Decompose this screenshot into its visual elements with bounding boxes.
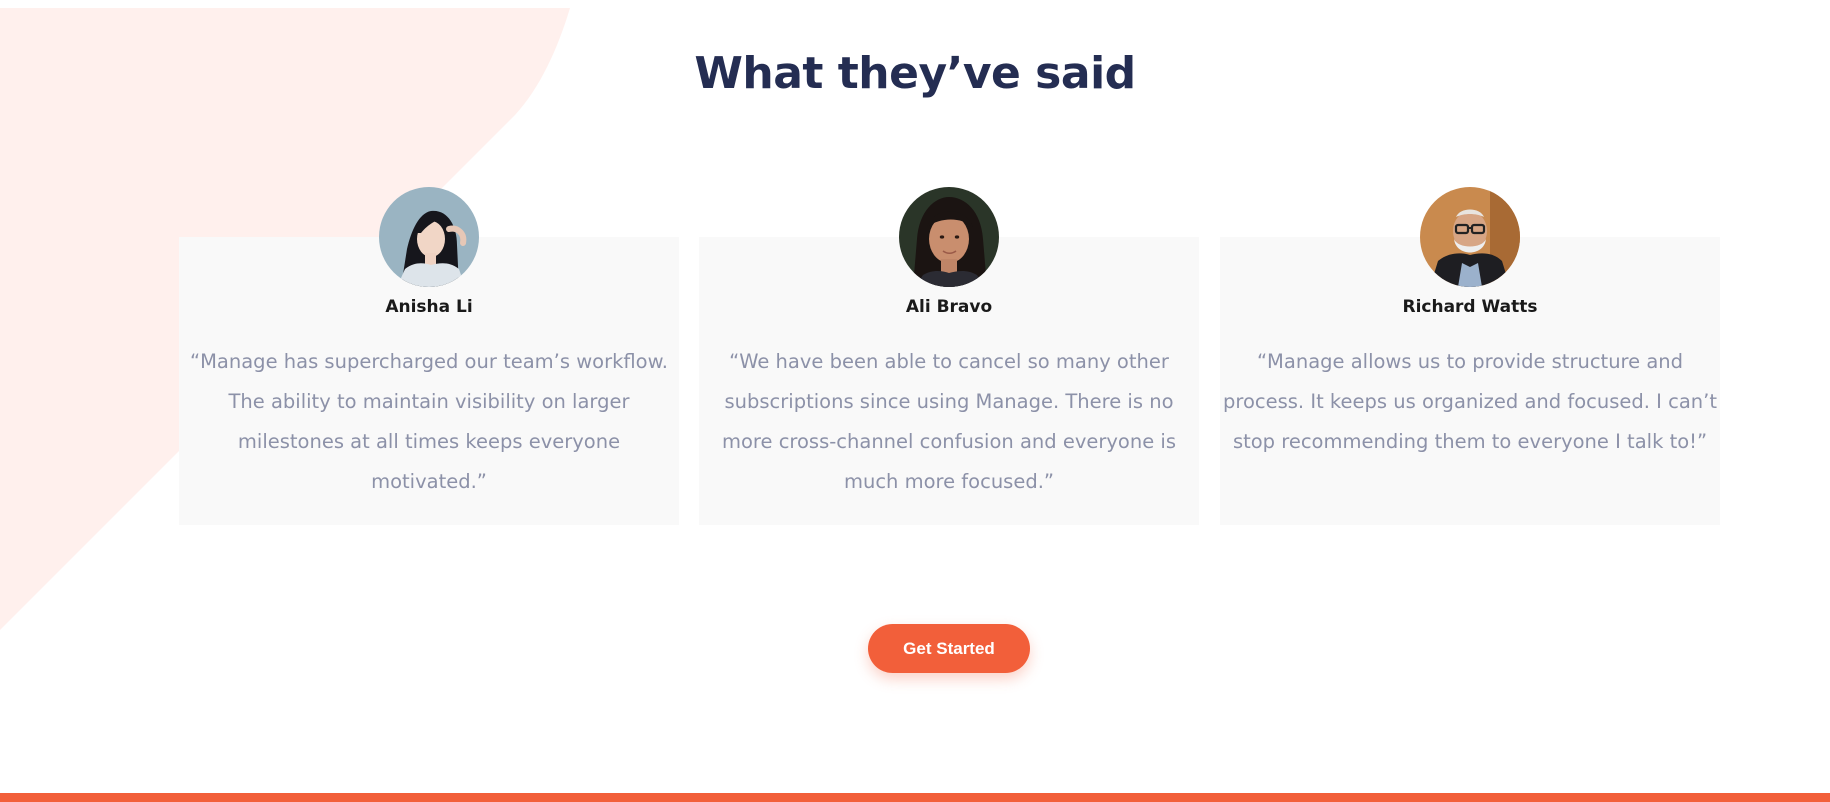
testimonial-quote: “Manage allows us to provide structure a… — [1222, 350, 1717, 453]
testimonials-list: Anisha Li “Manage has supercharged our t… — [179, 0, 1721, 540]
footer-top-strip — [0, 793, 1830, 802]
avatar — [899, 187, 999, 287]
testimonial-card: Ali Bravo “We have been able to cancel s… — [699, 187, 1199, 525]
avatar — [1420, 187, 1520, 287]
testimonial-author-name: Ali Bravo — [905, 297, 993, 317]
testimonial-author-name: Anisha Li — [385, 297, 473, 317]
testimonial-card: Richard Watts “Manage allows us to provi… — [1220, 187, 1720, 525]
avatar — [379, 187, 479, 287]
testimonial-author-name: Richard Watts — [1402, 297, 1538, 317]
testimonial-quote: “Manage has supercharged our team’s work… — [190, 350, 668, 493]
testimonial-card: Anisha Li “Manage has supercharged our t… — [179, 187, 679, 525]
testimonial-quote: “We have been able to cancel so many oth… — [721, 350, 1176, 493]
get-started-button[interactable]: Get Started — [868, 624, 1030, 673]
